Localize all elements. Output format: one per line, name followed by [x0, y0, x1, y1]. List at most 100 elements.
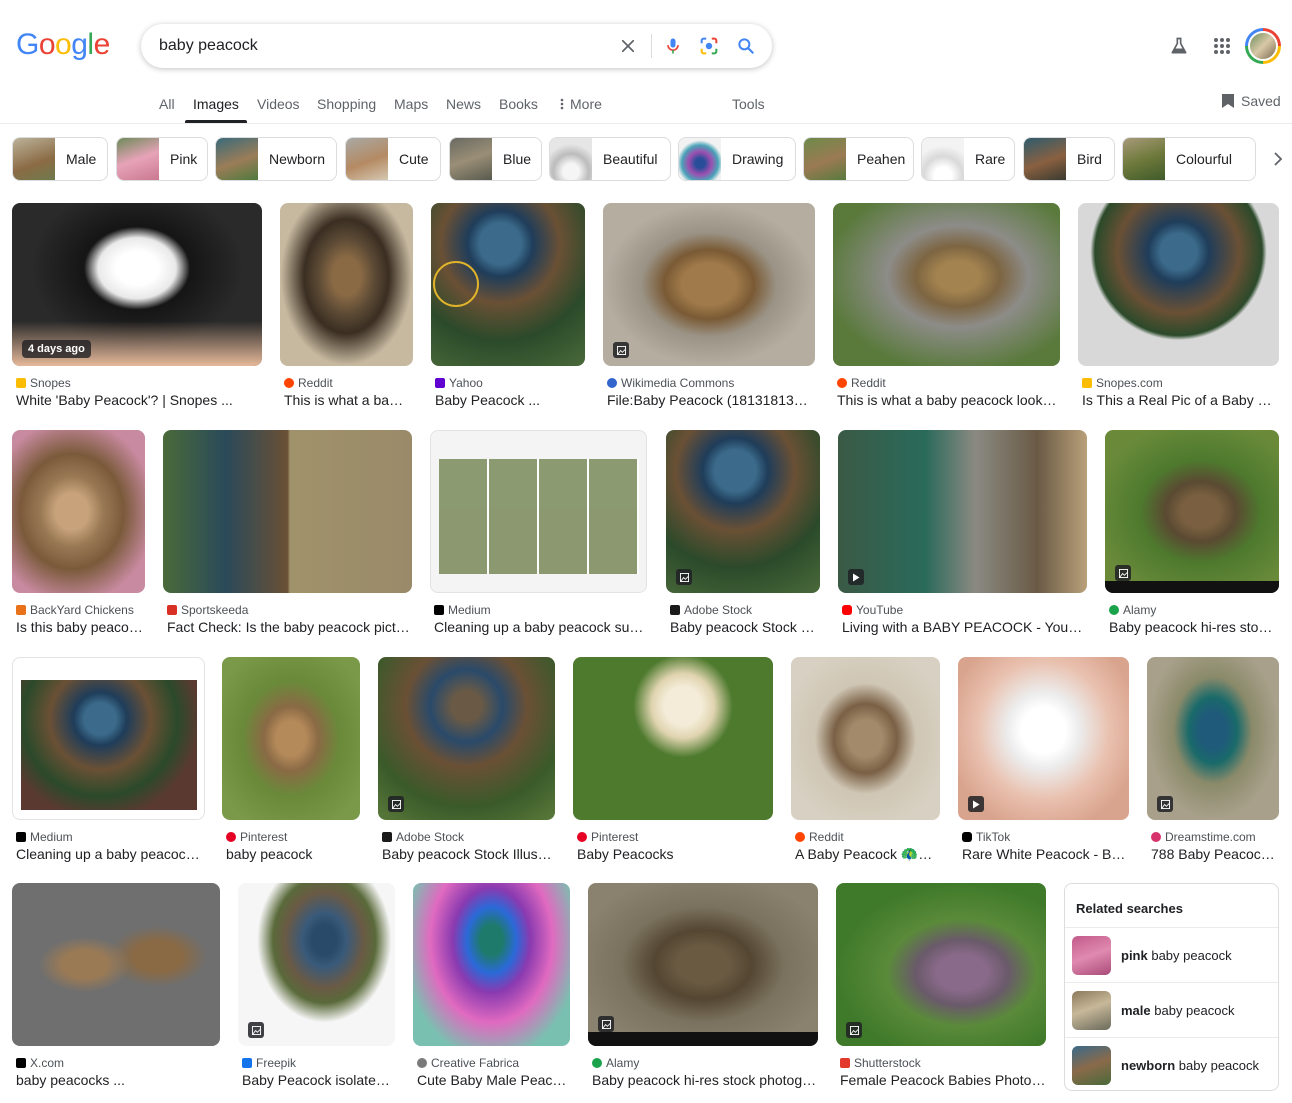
chip-blue[interactable]: Blue	[449, 137, 542, 181]
favicon-icon	[226, 832, 236, 842]
image-result[interactable]: BackYard Chickens Is this baby peacoc...	[12, 430, 145, 640]
image-result[interactable]: Snopes.com Is This a Real Pic of a Baby …	[1078, 203, 1279, 413]
result-image	[12, 430, 145, 593]
related-search-text: male baby peacock	[1121, 1003, 1234, 1018]
result-title: Baby Peacock isolated ...	[242, 1072, 395, 1088]
result-source: Adobe Stock	[670, 603, 752, 617]
screenshot-grid	[439, 459, 639, 574]
favicon-icon	[795, 832, 805, 842]
favicon-icon	[434, 605, 444, 615]
favicon-icon	[284, 378, 294, 388]
chip-beautiful[interactable]: Beautiful	[549, 137, 671, 181]
source-name: Wikimedia Commons	[621, 376, 735, 390]
chip-newborn[interactable]: Newborn	[215, 137, 337, 181]
tab-books[interactable]: Books	[499, 96, 538, 112]
tab-more[interactable]: More	[560, 96, 602, 112]
image-result[interactable]: X.com baby peacocks ...	[12, 883, 220, 1093]
result-title: Cleaning up a baby peacock s...	[16, 846, 205, 862]
related-search-item[interactable]: male baby peacock	[1065, 982, 1278, 1037]
chevron-right-icon[interactable]	[1266, 147, 1290, 171]
image-result[interactable]: Alamy Baby peacock hi-res stock photogra…	[588, 883, 818, 1093]
source-name: Alamy	[1123, 603, 1157, 617]
favicon-icon	[842, 605, 852, 615]
tab-news[interactable]: News	[446, 96, 481, 112]
labs-flask-icon[interactable]	[1167, 34, 1191, 58]
result-title: File:Baby Peacock (18131813108...	[607, 392, 813, 408]
result-image	[1105, 430, 1279, 593]
image-result[interactable]: Pinterest baby peacock	[222, 657, 360, 867]
image-type-icon	[613, 342, 629, 358]
watermark-bar	[1105, 581, 1279, 593]
google-logo[interactable]: Google	[16, 28, 110, 62]
chip-bird[interactable]: Bird	[1023, 137, 1115, 181]
clear-icon[interactable]	[616, 34, 640, 58]
image-result[interactable]: Reddit This is what a baby peacock looks…	[833, 203, 1060, 413]
tools-button[interactable]: Tools	[732, 96, 765, 112]
image-result[interactable]: YouTube Living with a BABY PEACOCK - You…	[838, 430, 1087, 640]
source-name: Reddit	[809, 830, 844, 844]
tab-images[interactable]: Images	[193, 96, 239, 112]
related-thumbnail	[1072, 990, 1111, 1030]
favicon-icon	[1151, 832, 1161, 842]
search-icon[interactable]	[734, 34, 758, 58]
image-result[interactable]: Medium Cleaning up a baby peacock sullie…	[430, 430, 647, 640]
related-search-item[interactable]: pink baby peacock	[1065, 927, 1278, 982]
image-result[interactable]: Adobe Stock Baby peacock Stock Ill...	[666, 430, 820, 640]
image-result[interactable]: Dreamstime.com 788 Baby Peacock ...	[1147, 657, 1279, 867]
tab-all[interactable]: All	[159, 96, 175, 112]
saved-button[interactable]: Saved	[1221, 93, 1281, 109]
result-image	[222, 657, 360, 820]
image-result[interactable]: Creative Fabrica Cute Baby Male Peacoc..…	[413, 883, 570, 1093]
logo-letter-o2: o	[55, 28, 72, 61]
chip-thumbnail	[450, 138, 492, 180]
account-avatar[interactable]	[1245, 28, 1281, 64]
image-result[interactable]: Pinterest Baby Peacocks	[573, 657, 773, 867]
apps-grid-icon[interactable]	[1210, 34, 1234, 58]
image-result[interactable]: Yahoo Baby Peacock ...	[431, 203, 585, 413]
result-source: X.com	[16, 1056, 64, 1070]
image-type-icon	[388, 796, 404, 812]
tab-shopping[interactable]: Shopping	[317, 96, 376, 112]
chip-thumbnail	[13, 138, 55, 180]
tab-maps[interactable]: Maps	[394, 96, 428, 112]
image-result[interactable]: 4 days ago Snopes White 'Baby Peacock'? …	[12, 203, 262, 413]
source-name: X.com	[30, 1056, 65, 1070]
image-result[interactable]: Wikimedia Commons File:Baby Peacock (181…	[603, 203, 815, 413]
related-bold: pink	[1121, 947, 1148, 963]
logo-letter-o1: o	[38, 28, 56, 61]
chip-drawing[interactable]: Drawing	[678, 137, 796, 181]
result-image	[666, 430, 820, 593]
chip-male[interactable]: Male	[12, 137, 108, 181]
chip-rare[interactable]: Rare	[921, 137, 1015, 181]
image-result[interactable]: Shutterstock Female Peacock Babies Photo…	[836, 883, 1046, 1093]
image-result[interactable]: Sportskeeda Fact Check: Is the baby peac…	[163, 430, 413, 640]
refinement-chips: Male Pink Newborn Cute Blue Beautiful Dr…	[12, 137, 1292, 181]
image-result[interactable]: Alamy Baby peacock hi-res stock ...	[1105, 430, 1279, 640]
microphone-icon[interactable]	[661, 34, 685, 58]
search-input[interactable]	[159, 36, 599, 56]
result-source: Creative Fabrica	[417, 1056, 519, 1070]
image-result[interactable]: Adobe Stock Baby peacock Stock Illustr..…	[378, 657, 555, 867]
image-result[interactable]: Reddit This is what a baby ...	[280, 203, 413, 413]
chip-thumbnail	[117, 138, 159, 180]
related-search-item[interactable]: newborn baby peacock	[1065, 1037, 1278, 1090]
image-result[interactable]: TikTok Rare White Peacock - Bab...	[958, 657, 1129, 867]
google-lens-icon[interactable]	[697, 34, 721, 58]
chip-pink[interactable]: Pink	[116, 137, 208, 181]
favicon-icon	[435, 378, 445, 388]
image-result[interactable]: Medium Cleaning up a baby peacock s...	[12, 657, 205, 867]
image-result[interactable]: Freepik Baby Peacock isolated ...	[238, 883, 395, 1093]
chip-colourful[interactable]: Colourful	[1122, 137, 1256, 181]
play-video-icon	[968, 796, 984, 812]
chip-peahen[interactable]: Peahen	[803, 137, 914, 181]
tab-videos[interactable]: Videos	[257, 96, 300, 112]
favicon-icon	[167, 605, 177, 615]
source-name: YouTube	[856, 603, 904, 617]
chip-cute[interactable]: Cute	[345, 137, 441, 181]
image-result[interactable]: Reddit A Baby Peacock 🦚💙 ...	[791, 657, 940, 867]
logo-letter-g1: G	[16, 28, 39, 61]
source-name: Pinterest	[240, 830, 288, 844]
result-title: baby peacock	[226, 846, 313, 862]
result-title: Living with a BABY PEACOCK - YouTube	[842, 619, 1087, 635]
favicon-icon	[962, 832, 972, 842]
